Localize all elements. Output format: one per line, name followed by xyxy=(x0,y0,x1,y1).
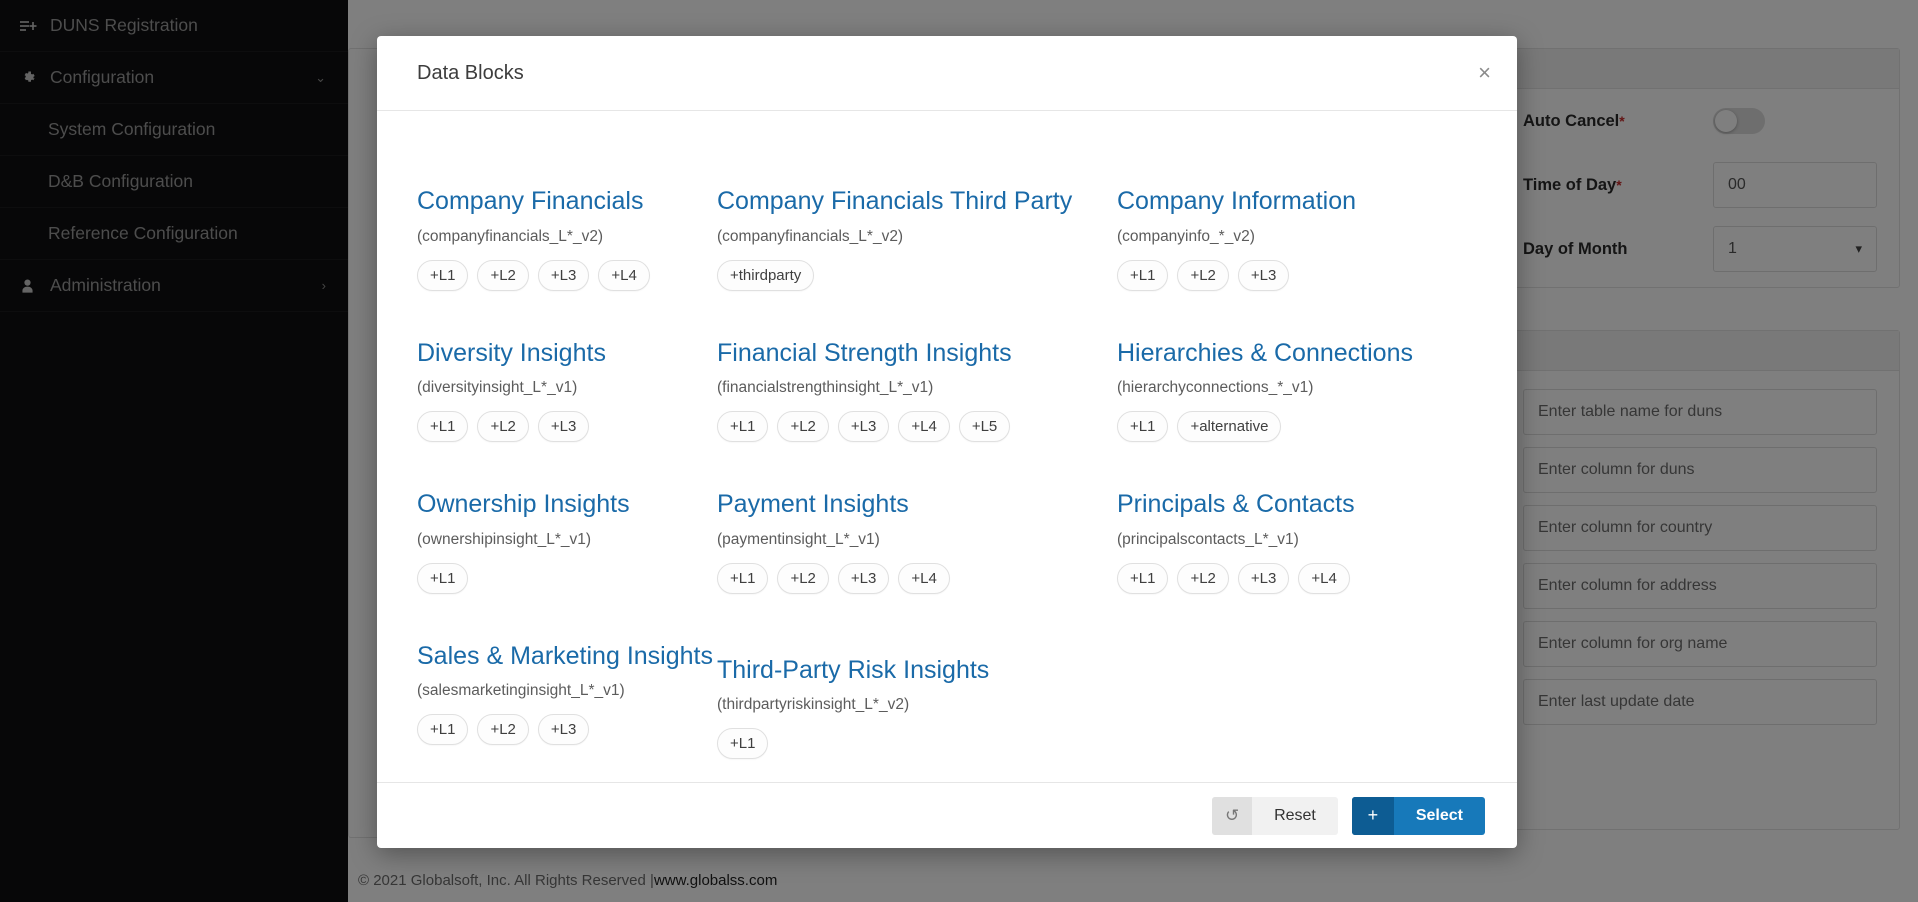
block-title[interactable]: Company Information xyxy=(1117,187,1477,217)
chip-level[interactable]: +L5 xyxy=(958,411,1011,442)
modal-body: Company Financials (companyfinancials_L*… xyxy=(377,111,1517,782)
data-block-empty-slot xyxy=(1117,642,1477,760)
block-chips: +thirdparty xyxy=(717,259,1117,291)
chip-level[interactable]: +L1 xyxy=(417,411,469,442)
block-chips: +L1 +L2 +L3 xyxy=(1117,259,1477,291)
block-code: (principalscontacts_L*_v1) xyxy=(1117,530,1299,548)
block-title[interactable]: Ownership Insights xyxy=(417,490,717,520)
reset-button-label: Reset xyxy=(1274,806,1316,824)
chip-level[interactable]: +L1 xyxy=(1117,411,1169,442)
block-chips: +L1 xyxy=(717,728,1117,759)
chip-level[interactable]: +L4 xyxy=(1298,562,1350,594)
chip-level[interactable]: +L1 xyxy=(1117,562,1169,594)
block-code: (ownershipinsight_L*_v1) xyxy=(417,530,592,548)
block-code: (hierarchyconnections_*_v1) xyxy=(1117,379,1314,396)
chip-level[interactable]: +L3 xyxy=(537,411,590,442)
data-block-principals-contacts: Principals & Contacts (principalscontact… xyxy=(1117,490,1477,594)
block-chips: +L1 +L2 +L3 xyxy=(417,714,717,745)
chip-level[interactable]: +L1 xyxy=(417,562,469,594)
chip-level[interactable]: +L2 xyxy=(1177,562,1229,594)
chip-level[interactable]: +L3 xyxy=(1237,562,1290,594)
data-blocks-grid: Company Financials (companyfinancials_L*… xyxy=(417,187,1477,759)
data-blocks-modal: Data Blocks × Company Financials (compan… xyxy=(377,36,1517,848)
data-block-payment-insights: Payment Insights (paymentinsight_L*_v1) … xyxy=(717,490,1117,594)
close-icon[interactable]: × xyxy=(1478,62,1491,84)
block-title[interactable]: Diversity Insights xyxy=(417,339,717,369)
chip-level[interactable]: +thirdparty xyxy=(717,259,815,291)
block-title[interactable]: Hierarchies & Connections xyxy=(1117,339,1477,369)
chip-level[interactable]: +L2 xyxy=(777,562,829,594)
chip-level[interactable]: +L2 xyxy=(477,411,529,442)
chip-level[interactable]: +L3 xyxy=(1237,259,1290,291)
chip-level[interactable]: +L1 xyxy=(717,411,769,442)
block-title[interactable]: Third-Party Risk Insights xyxy=(717,656,1117,686)
chip-level[interactable]: +L1 xyxy=(717,728,769,759)
data-block-financial-strength-insights: Financial Strength Insights (financialst… xyxy=(717,339,1117,442)
block-title[interactable]: Payment Insights xyxy=(717,490,1117,520)
chip-alternative[interactable]: +alternative xyxy=(1177,411,1282,442)
data-block-hierarchies-connections: Hierarchies & Connections (hierarchyconn… xyxy=(1117,339,1477,442)
data-block-company-financials-third-party: Company Financials Third Party (companyf… xyxy=(717,187,1117,291)
block-title[interactable]: Sales & Marketing Insights xyxy=(417,642,717,672)
modal-footer: ↺ Reset + Select xyxy=(377,782,1517,848)
chip-level[interactable]: +L1 xyxy=(1117,259,1169,291)
data-block-sales-marketing-insights: Sales & Marketing Insights (salesmarketi… xyxy=(417,642,717,760)
block-chips: +L1 +L2 +L3 +L4 xyxy=(417,259,717,291)
block-code: (thirdpartyriskinsight_L*_v2) xyxy=(717,696,910,713)
data-block-company-information: Company Information (companyinfo_*_v2) +… xyxy=(1117,187,1477,291)
block-title[interactable]: Financial Strength Insights xyxy=(717,339,1117,369)
data-block-ownership-insights: Ownership Insights (ownershipinsight_L*_… xyxy=(417,490,717,594)
chip-level[interactable]: +L1 xyxy=(417,259,469,291)
chip-level[interactable]: +L3 xyxy=(537,714,590,745)
chip-level[interactable]: +L4 xyxy=(898,562,950,594)
modal-header: Data Blocks × xyxy=(377,36,1517,111)
data-block-company-financials: Company Financials (companyfinancials_L*… xyxy=(417,187,717,291)
chip-level[interactable]: +L2 xyxy=(477,714,529,745)
refresh-icon: ↺ xyxy=(1212,796,1253,835)
block-title[interactable]: Company Financials Third Party xyxy=(717,187,1117,217)
data-block-diversity-insights: Diversity Insights (diversityinsight_L*_… xyxy=(417,339,717,442)
chip-level[interactable]: +L2 xyxy=(777,411,829,442)
modal-title: Data Blocks xyxy=(417,61,524,84)
reset-button[interactable]: ↺ Reset xyxy=(1212,796,1338,835)
block-chips: +L1 +L2 +L3 xyxy=(417,411,717,442)
block-chips: +L1 +L2 +L3 +L4 xyxy=(717,562,1117,594)
chip-level[interactable]: +L1 xyxy=(417,714,469,745)
data-block-third-party-risk-insights: Third-Party Risk Insights (thirdpartyris… xyxy=(717,642,1117,759)
block-chips: +L1 +L2 +L3 +L4 xyxy=(1117,562,1477,594)
block-code: (paymentinsight_L*_v1) xyxy=(717,530,880,548)
chip-level[interactable]: +L2 xyxy=(477,259,529,291)
chip-level[interactable]: +L3 xyxy=(537,259,590,291)
block-chips: +L1 +alternative xyxy=(1117,411,1477,442)
block-code: (companyfinancials_L*_v2) xyxy=(417,227,604,245)
block-title[interactable]: Company Financials xyxy=(417,187,717,217)
chip-level[interactable]: +L1 xyxy=(717,562,769,594)
block-code: (financialstrengthinsight_L*_v1) xyxy=(717,379,934,396)
app-root: DUNS Registration Configuration ⌄ System… xyxy=(0,0,1918,902)
chip-level[interactable]: +L4 xyxy=(898,411,950,442)
plus-icon: + xyxy=(1351,796,1394,835)
select-button[interactable]: + Select xyxy=(1351,796,1485,835)
chip-level[interactable]: +L2 xyxy=(1177,259,1229,291)
block-code: (companyfinancials_L*_v2) xyxy=(717,227,904,245)
block-chips: +L1 +L2 +L3 +L4 +L5 xyxy=(717,411,1117,442)
select-button-label: Select xyxy=(1415,806,1463,824)
block-code: (diversityinsight_L*_v1) xyxy=(417,379,578,396)
block-code: (salesmarketinginsight_L*_v1) xyxy=(417,682,625,699)
chip-level[interactable]: +L3 xyxy=(837,562,890,594)
block-code: (companyinfo_*_v2) xyxy=(1117,227,1255,245)
block-title[interactable]: Principals & Contacts xyxy=(1117,490,1477,520)
block-chips: +L1 xyxy=(417,562,717,594)
chip-level[interactable]: +L4 xyxy=(598,259,650,291)
chip-level[interactable]: +L3 xyxy=(837,411,890,442)
